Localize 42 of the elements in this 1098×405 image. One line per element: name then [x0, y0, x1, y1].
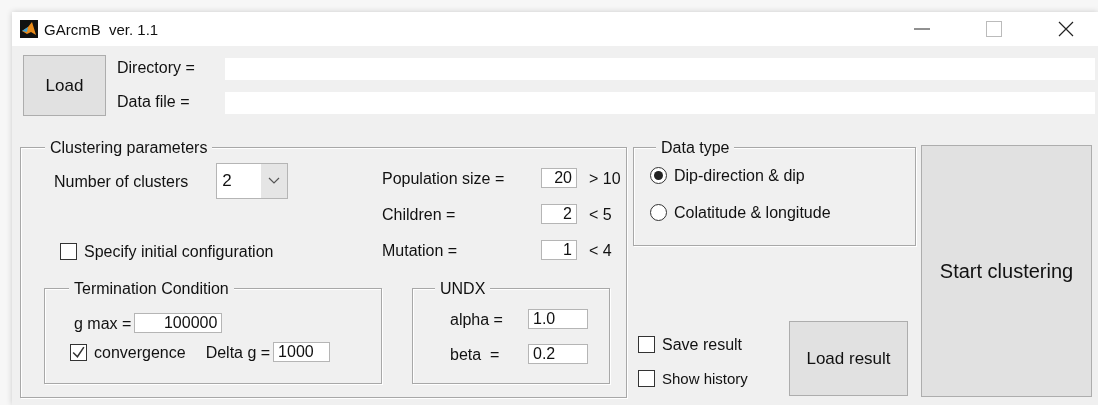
checkbox-label: Specify initial configuration [84, 242, 274, 261]
close-icon[interactable] [1058, 21, 1074, 37]
checkbox-label: convergence [94, 342, 186, 362]
app-logo-icon [20, 20, 38, 38]
checkbox-label: Show history [662, 369, 748, 388]
delta-g-field[interactable]: 1000 [273, 342, 331, 362]
parameter-label: beta = [450, 344, 501, 364]
radio-button[interactable] [650, 204, 667, 221]
parameter-label: Population size = [382, 168, 506, 188]
panel-title: Data type [656, 138, 735, 157]
radio-label: Dip-direction & dip [674, 166, 805, 185]
checkbox[interactable] [60, 243, 77, 260]
window-title: GArcmB ver. 1.1 [44, 20, 159, 38]
caret-icon [268, 177, 281, 185]
parameter-label: alpha = [450, 309, 504, 329]
g-max-field[interactable]: 100000 [134, 313, 223, 333]
load-result-button[interactable]: Load result [789, 321, 908, 396]
parameter-label: Mutation = [382, 240, 459, 260]
parameter-field[interactable]: 1 [541, 240, 577, 260]
checkbox[interactable] [638, 336, 655, 353]
parameter-field[interactable]: 20 [541, 168, 577, 188]
g-max-label: g max = [74, 313, 132, 333]
limit-text: < 4 [589, 240, 612, 260]
number-of-clusters-label: Number of clusters [54, 171, 189, 191]
directory-label: Directory = [117, 58, 196, 77]
checkbox-label: Save result [662, 335, 743, 354]
parameter-field[interactable]: 0.2 [528, 344, 588, 364]
radio-label: Colatitude & longitude [674, 203, 831, 222]
start-clustering-button[interactable]: Start clustering [921, 145, 1092, 397]
panel-title: Clustering parameters [45, 138, 213, 157]
parameter-label: Children = [382, 204, 457, 224]
parameter-field[interactable]: 1.0 [528, 309, 588, 329]
limit-text: < 5 [589, 204, 612, 224]
radio-button[interactable] [650, 167, 667, 184]
checkbox[interactable] [638, 370, 655, 387]
clusters-dropdown[interactable]: 2 [216, 163, 289, 199]
parameter-field[interactable]: 2 [541, 204, 577, 224]
checkbox[interactable] [70, 343, 87, 361]
delta-g-label: Delta g = [205, 342, 271, 362]
load-button[interactable]: Load [23, 55, 106, 116]
data-file-label: Data file = [117, 92, 191, 111]
limit-text: > 10 [589, 168, 621, 188]
